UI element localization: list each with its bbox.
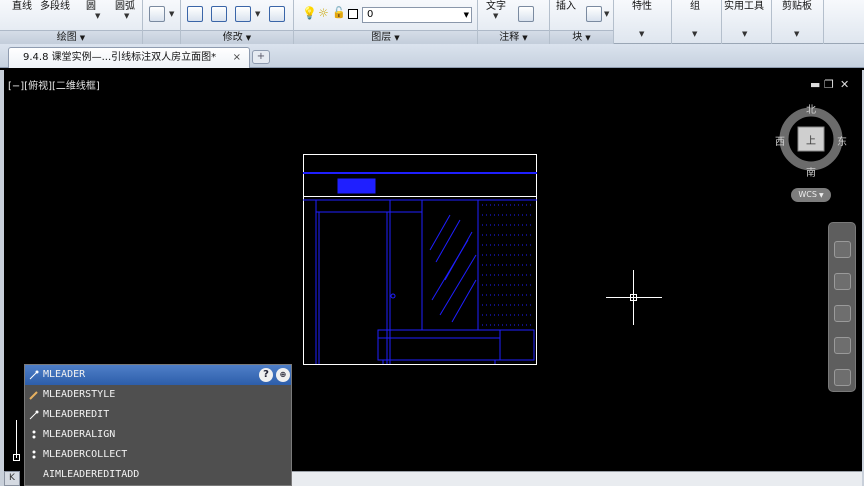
steering-wheel-icon[interactable] <box>834 241 851 258</box>
command-autocomplete-list: MLEADER ? ⊕ MLEADERSTYLE MLEADEREDIT MLE… <box>24 364 292 486</box>
stone-hatch <box>482 204 534 326</box>
leader-collect-icon <box>32 450 36 459</box>
viewcube-face-top[interactable]: 上 <box>806 132 816 147</box>
showmotion-icon[interactable] <box>834 369 851 386</box>
mleader-icon <box>29 370 39 380</box>
pan-hand-icon[interactable] <box>834 273 851 290</box>
compass-east[interactable]: 东 <box>837 133 847 148</box>
leader-align-icon <box>32 430 36 439</box>
brush-icon <box>29 391 38 400</box>
autocomplete-item[interactable]: MLEADERALIGN <box>25 425 291 445</box>
wcs-menu[interactable]: WCS ▼ <box>791 188 831 202</box>
navigation-bar <box>828 222 856 392</box>
wcs-label: WCS <box>798 190 817 199</box>
ac-unit <box>337 178 376 194</box>
nightstand <box>499 329 535 361</box>
command-close-button[interactable]: K <box>4 471 20 486</box>
leader-edit-icon <box>29 410 39 420</box>
compass-north[interactable]: 北 <box>806 101 816 116</box>
autocomplete-item[interactable]: AIMLEADEREDITADD <box>25 465 291 485</box>
compass-west[interactable]: 西 <box>775 133 785 148</box>
autocomplete-item[interactable]: MLEADER ? ⊕ <box>25 365 291 385</box>
bed <box>377 329 501 361</box>
crosshair-cursor <box>606 270 662 325</box>
ucs-icon <box>13 420 20 461</box>
autocad-window: 直线 多段线 圆 圆弧 ▼ ▼ 绘图 ▼ ▼ ▼ 修改 ▼ 💡 ☼ 🔓 0 ▼ … <box>0 0 864 486</box>
command-line[interactable] <box>292 471 862 486</box>
orbit-icon[interactable] <box>834 337 851 354</box>
glass-hatch <box>429 214 477 323</box>
autocomplete-item[interactable]: MLEADERSTYLE <box>25 385 291 405</box>
globe-icon[interactable]: ⊕ <box>276 368 290 382</box>
help-icon[interactable]: ? <box>259 368 273 382</box>
zoom-icon[interactable] <box>834 305 851 322</box>
autocomplete-item[interactable]: MLEADEREDIT <box>25 405 291 425</box>
compass-south[interactable]: 南 <box>806 164 816 179</box>
chevron-down-icon: ▼ <box>818 192 824 199</box>
door-handle <box>390 293 396 299</box>
autocomplete-item[interactable]: MLEADERCOLLECT <box>25 445 291 465</box>
